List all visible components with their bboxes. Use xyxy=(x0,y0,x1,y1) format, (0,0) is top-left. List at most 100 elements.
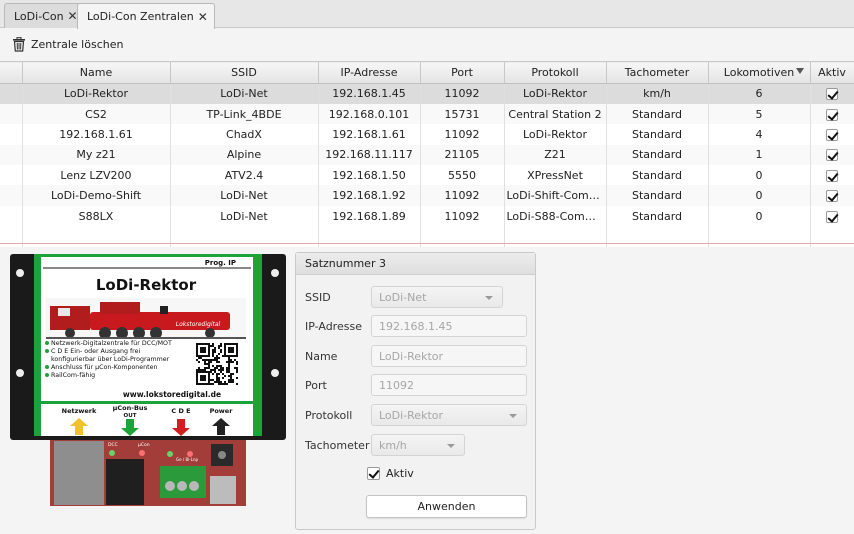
qr-module xyxy=(208,359,210,361)
protocol-select[interactable]: LoDi-Rektor xyxy=(371,404,527,426)
delete-zentrale-button[interactable]: Zentrale löschen xyxy=(12,37,123,52)
qr-module xyxy=(218,377,220,379)
column-header-port[interactable]: Port xyxy=(420,61,505,84)
cell-port: 11092 xyxy=(420,124,505,145)
qr-module xyxy=(204,369,206,371)
tachometer-select[interactable]: km/h xyxy=(371,434,465,456)
qr-module xyxy=(204,347,206,349)
row-header[interactable] xyxy=(0,144,23,166)
qr-module xyxy=(206,363,208,365)
qr-module xyxy=(210,345,212,347)
pcb-label-ucon: µCon xyxy=(138,442,150,448)
cell-ip: 192.168.1.92 xyxy=(318,185,421,206)
column-header-name[interactable]: Name xyxy=(22,61,171,84)
column-header-ip[interactable]: IP-Adresse xyxy=(318,61,421,84)
row-header[interactable] xyxy=(0,205,23,227)
qr-module xyxy=(224,355,226,357)
active-checkbox[interactable] xyxy=(826,169,838,182)
row-header[interactable] xyxy=(0,165,23,186)
qr-module xyxy=(218,345,220,347)
ucon-connector xyxy=(106,459,144,505)
table-row[interactable]: LoDi-Rektor LoDi-Net 192.168.1.45 11092 LoDi… xyxy=(0,83,854,104)
ssid-select[interactable]: LoDi-Net xyxy=(371,286,503,308)
cell-ssid: Alpine xyxy=(170,144,319,166)
table-row[interactable]: LoDi-Demo-Shift LoDi-Net 192.168.1.92 11092… xyxy=(0,185,854,206)
qr-module xyxy=(204,379,206,381)
close-icon[interactable]: ✕ xyxy=(198,10,208,24)
row-header[interactable] xyxy=(0,103,23,125)
form-title: Satznummer 3 xyxy=(296,253,535,275)
qr-module xyxy=(208,353,210,355)
active-checkbox[interactable] xyxy=(367,467,380,480)
qr-module xyxy=(206,355,208,357)
prog-ip-label: Prog. IP xyxy=(205,259,236,267)
qr-module xyxy=(212,359,214,361)
qr-module xyxy=(236,363,238,365)
active-checkbox[interactable] xyxy=(826,210,838,223)
qr-module xyxy=(228,351,230,353)
qr-module xyxy=(210,361,212,363)
row-header[interactable] xyxy=(0,83,23,104)
cell-name: S88LX xyxy=(22,205,171,227)
tab-lodi-con[interactable]: LoDi-Con ✕ xyxy=(4,3,85,28)
qr-module xyxy=(228,355,230,357)
table-row[interactable]: S88LX LoDi-Net 192.168.1.89 11092 LoDi-S88-C… xyxy=(0,205,854,227)
column-header-ssid[interactable]: SSID xyxy=(170,61,319,84)
qr-module xyxy=(228,381,230,383)
cell-ip: 192.168.1.61 xyxy=(318,124,421,145)
qr-module xyxy=(228,361,230,363)
qr-module xyxy=(228,357,230,359)
qr-module xyxy=(230,377,232,379)
tab-lodi-con-zentralen[interactable]: LoDi-Con Zentralen ✕ xyxy=(77,3,215,29)
qr-module xyxy=(208,351,210,353)
qr-module xyxy=(196,381,198,383)
cell-ip: 192.168.11.117 xyxy=(318,144,421,166)
active-checkbox[interactable] xyxy=(826,108,838,121)
column-header-active[interactable]: Aktiv xyxy=(810,61,854,84)
tab-label: LoDi-Con Zentralen xyxy=(87,10,194,23)
qr-module xyxy=(216,377,218,379)
qr-module xyxy=(218,353,220,355)
qr-module xyxy=(196,355,198,357)
ip-field[interactable]: 192.168.1.45 xyxy=(371,315,527,337)
column-header-tachometer[interactable]: Tachometer xyxy=(606,61,709,84)
name-field[interactable]: LoDi-Rektor xyxy=(371,345,527,367)
name-label: Name xyxy=(305,349,338,363)
qr-module xyxy=(230,373,232,375)
qr-module xyxy=(196,377,198,379)
qr-module xyxy=(226,343,228,345)
port-field[interactable]: 11092 xyxy=(371,374,527,396)
qr-module xyxy=(204,349,206,351)
qr-module xyxy=(218,365,220,367)
active-checkbox[interactable] xyxy=(826,190,838,203)
qr-module xyxy=(208,377,210,379)
column-header-protocol[interactable]: Protokoll xyxy=(504,61,607,84)
qr-module xyxy=(200,349,202,351)
qr-module xyxy=(206,367,208,369)
column-header-locomotives[interactable]: Lokomotiven xyxy=(708,61,811,84)
row-header[interactable] xyxy=(0,124,23,145)
table-row[interactable]: 192.168.1.61 ChadX 192.168.1.61 11092 LoDi-R… xyxy=(0,124,854,145)
active-checkbox[interactable] xyxy=(826,149,838,162)
table-row[interactable]: My z21 Alpine 192.168.11.117 21105 Z21 Standa… xyxy=(0,144,854,166)
qr-module xyxy=(200,379,202,381)
protocol-value: LoDi-Rektor xyxy=(379,408,444,422)
qr-module xyxy=(200,369,202,371)
qr-module xyxy=(198,367,200,369)
active-checkbox[interactable] xyxy=(826,88,838,101)
table-row[interactable]: Lenz LZV200 ATV2.4 192.168.1.50 5550 XPressN… xyxy=(0,165,854,186)
splitter[interactable] xyxy=(0,243,854,244)
cell-protocol: LoDi-Shift-Comm... xyxy=(504,185,607,206)
active-checkbox[interactable] xyxy=(826,128,838,141)
cell-ssid: ATV2.4 xyxy=(170,165,319,186)
qr-module xyxy=(216,365,218,367)
qr-module xyxy=(220,383,222,385)
table-row[interactable]: CS2 TP-Link_4BDE 192.168.0.101 15731 Central… xyxy=(0,103,854,125)
qr-module xyxy=(208,379,210,381)
cell-locomotives: 0 xyxy=(708,205,811,227)
row-header[interactable] xyxy=(0,185,23,206)
qr-module xyxy=(200,371,202,373)
cell-port: 21105 xyxy=(420,144,505,166)
qr-module xyxy=(228,369,230,371)
apply-button[interactable]: Anwenden xyxy=(366,495,527,518)
